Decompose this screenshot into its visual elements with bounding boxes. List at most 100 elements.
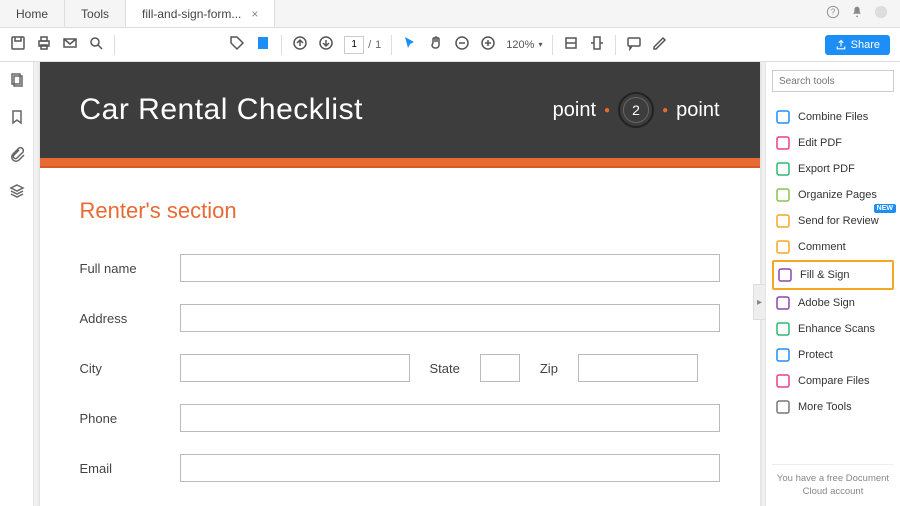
tabbar-spacer [275, 0, 814, 27]
help-icon[interactable]: ? [826, 5, 840, 22]
city-label: City [80, 361, 160, 376]
tool-enhance-scans[interactable]: Enhance Scans [772, 316, 894, 342]
tag-icon[interactable] [229, 35, 245, 54]
pointer-icon[interactable] [402, 35, 418, 54]
zip-field[interactable] [578, 354, 698, 382]
page-icon[interactable] [255, 35, 271, 54]
sign-icon[interactable] [652, 35, 668, 54]
state-field[interactable] [480, 354, 520, 382]
left-rail [0, 62, 34, 506]
tool-icon [776, 296, 790, 310]
brand-logo: point ● 2 ● point [553, 92, 720, 128]
tabbar-right: ? [814, 0, 900, 27]
bell-icon[interactable] [850, 5, 864, 22]
tool-label: Fill & Sign [800, 269, 850, 281]
tool-send-for-review[interactable]: Send for ReviewNEW [772, 208, 894, 234]
tool-icon [776, 162, 790, 176]
tool-export-pdf[interactable]: Export PDF [772, 156, 894, 182]
fit-width-icon[interactable] [563, 35, 579, 54]
comment-icon[interactable] [626, 35, 642, 54]
zip-label: Zip [540, 361, 558, 376]
account-footer: You have a free Document Cloud account [772, 464, 894, 498]
user-icon[interactable] [874, 5, 888, 22]
tool-label: Edit PDF [798, 137, 842, 149]
save-icon[interactable] [10, 35, 26, 54]
tool-label: Compare Files [798, 375, 870, 387]
tool-icon [776, 374, 790, 388]
tool-icon [776, 214, 790, 228]
arrow-up-icon[interactable] [292, 35, 308, 54]
tool-label: Export PDF [798, 163, 855, 175]
tool-label: Organize Pages [798, 189, 877, 201]
tool-icon [776, 110, 790, 124]
pdf-page: Car Rental Checklist point ● 2 ● point R… [40, 62, 760, 506]
tab-file-label: fill-and-sign-form... [142, 7, 241, 21]
close-icon[interactable]: × [251, 7, 258, 21]
document-viewport[interactable]: Car Rental Checklist point ● 2 ● point R… [34, 62, 765, 506]
tool-label: Protect [798, 349, 833, 361]
fit-page-icon[interactable] [589, 35, 605, 54]
mail-icon[interactable] [62, 35, 78, 54]
tool-label: Send for Review [798, 215, 879, 227]
attachment-icon[interactable] [9, 146, 25, 165]
tool-edit-pdf[interactable]: Edit PDF [772, 130, 894, 156]
tool-icon [776, 400, 790, 414]
fullname-label: Full name [80, 261, 160, 276]
doc-header: Car Rental Checklist point ● 2 ● point [40, 62, 760, 158]
tool-icon [776, 136, 790, 150]
tool-combine-files[interactable]: Combine Files [772, 104, 894, 130]
zoom-level[interactable]: 120% ▾ [506, 39, 542, 51]
tool-label: Comment [798, 241, 846, 253]
brand-circle-icon: 2 [618, 92, 654, 128]
toolbar: / 1 120% ▾ Share [0, 28, 900, 62]
tool-compare-files[interactable]: Compare Files [772, 368, 894, 394]
tool-label: More Tools [798, 401, 852, 413]
page-indicator: / 1 [344, 36, 381, 54]
new-badge: NEW [874, 204, 896, 213]
tool-comment[interactable]: Comment [772, 234, 894, 260]
layers-icon[interactable] [9, 183, 25, 202]
hand-icon[interactable] [428, 35, 444, 54]
email-field[interactable] [180, 454, 720, 482]
search-tools-input[interactable] [772, 70, 894, 92]
fullname-field[interactable] [180, 254, 720, 282]
tool-icon [776, 348, 790, 362]
address-field[interactable] [180, 304, 720, 332]
tool-adobe-sign[interactable]: Adobe Sign [772, 290, 894, 316]
doc-title: Car Rental Checklist [80, 93, 363, 127]
tool-label: Adobe Sign [798, 297, 855, 309]
tool-label: Enhance Scans [798, 323, 875, 335]
tool-label: Combine Files [798, 111, 868, 123]
phone-label: Phone [80, 411, 160, 426]
bookmark-icon[interactable] [9, 109, 25, 128]
thumbnails-icon[interactable] [9, 72, 25, 91]
tool-more-tools[interactable]: More Tools [772, 394, 894, 420]
tool-protect[interactable]: Protect [772, 342, 894, 368]
tool-icon [776, 240, 790, 254]
tab-home[interactable]: Home [0, 0, 65, 27]
doc-accent-bar [40, 158, 760, 168]
tab-file[interactable]: fill-and-sign-form... × [126, 0, 275, 27]
svg-text:?: ? [831, 8, 836, 17]
arrow-down-icon[interactable] [318, 35, 334, 54]
print-icon[interactable] [36, 35, 52, 54]
share-button[interactable]: Share [825, 35, 890, 55]
tab-bar: Home Tools fill-and-sign-form... × ? [0, 0, 900, 28]
phone-field[interactable] [180, 404, 720, 432]
tool-fill-sign[interactable]: Fill & Sign [772, 260, 894, 290]
state-label: State [430, 361, 460, 376]
tools-panel: Combine Files Edit PDF Export PDF Organize … [765, 62, 900, 506]
city-field[interactable] [180, 354, 410, 382]
tool-icon [776, 188, 790, 202]
page-current-input[interactable] [344, 36, 364, 54]
search-icon[interactable] [88, 35, 104, 54]
collapse-panel-icon[interactable]: ▸ [753, 284, 765, 320]
tool-icon [776, 322, 790, 336]
address-label: Address [80, 311, 160, 326]
section-heading: Renter's section [80, 198, 720, 224]
zoom-in-icon[interactable] [480, 35, 496, 54]
dot-icon: ● [662, 105, 668, 116]
dot-icon: ● [604, 105, 610, 116]
zoom-out-icon[interactable] [454, 35, 470, 54]
tab-tools[interactable]: Tools [65, 0, 126, 27]
